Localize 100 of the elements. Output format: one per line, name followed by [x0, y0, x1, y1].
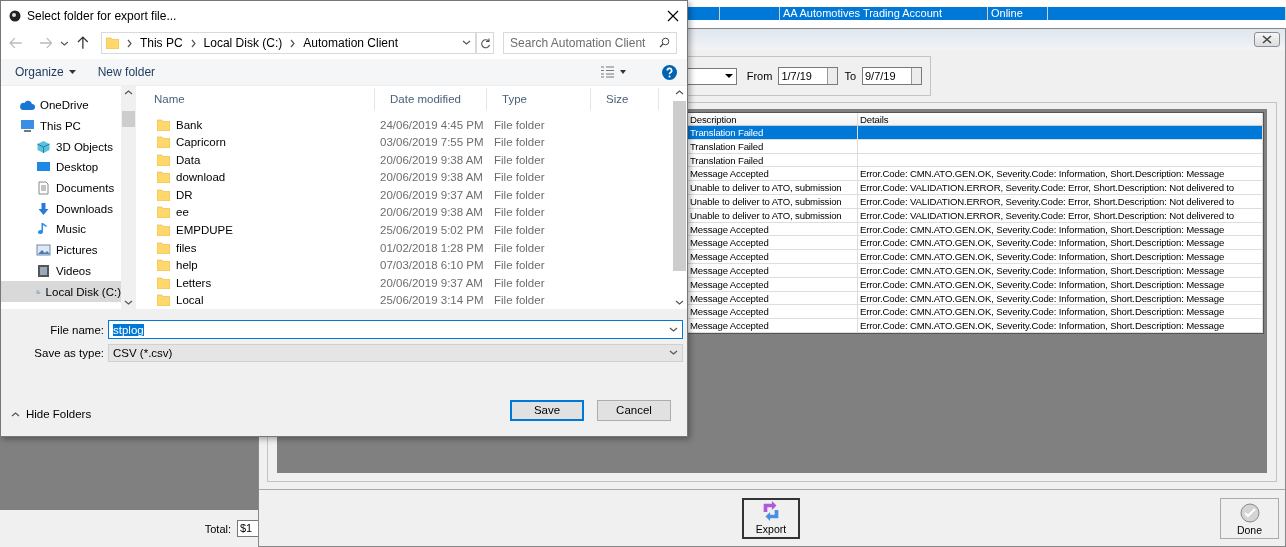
- type-text: File folder: [493, 206, 546, 219]
- log-row[interactable]: Translation Failed: [688, 153, 1263, 168]
- details-cell: Error.Code: VALIDATION.ERROR, Severity.Code: Error, Short.Description: Not delivered to: [858, 208, 1263, 222]
- nav-item[interactable]: Downloads: [1, 198, 121, 220]
- save-button[interactable]: Save: [510, 399, 584, 421]
- dropdown-caret-icon: [669, 325, 678, 334]
- log-row[interactable]: Unable to deliver to ATO, submission Error.Code: VALIDATION.ERROR, Severity.Code: Error, Short.Description: Not delivered to: [688, 181, 1263, 195]
- hide-folders-button[interactable]: Hide Folders: [11, 408, 92, 420]
- folder-item[interactable]: Local: [139, 294, 375, 307]
- close-icon[interactable]: [667, 9, 679, 22]
- nav-item[interactable]: Desktop: [1, 157, 121, 178]
- details-cell: Error.Code: CMN.ATO.GEN.OK, Severity.Code: Information, Short.Description: Message: [858, 305, 1263, 319]
- total-field[interactable]: $1: [237, 520, 259, 537]
- scrollbar[interactable]: [121, 86, 136, 309]
- dialog-title: Select folder for export file...: [27, 8, 178, 23]
- nav-item[interactable]: Local Disk (C:): [1, 281, 121, 302]
- log-row[interactable]: Message Accepted Error.Code: CMN.ATO.GEN.OK, Severity.Code: Information, Short.Description: Message: [688, 222, 1263, 237]
- scrollbar[interactable]: [672, 86, 687, 309]
- type-text: File folder: [493, 224, 546, 236]
- log-row[interactable]: Message Accepted Error.Code: CMN.ATO.GEN.OK, Severity.Code: Information, Short.Description: Message: [688, 319, 1263, 333]
- folder-icon: [157, 241, 170, 254]
- type-text: File folder: [493, 171, 546, 184]
- separator-icon: [288, 38, 298, 48]
- scroll-thumb[interactable]: [122, 111, 135, 127]
- column-header[interactable]: Name: [139, 88, 375, 110]
- log-row[interactable]: Translation Failed: [688, 139, 1263, 154]
- done-button[interactable]: Done: [1220, 497, 1279, 539]
- refresh-button[interactable]: [476, 32, 495, 54]
- log-row[interactable]: Translation Failed: [688, 126, 1263, 140]
- to-label: To: [844, 70, 856, 82]
- folder-icon: [157, 294, 170, 307]
- check-circle-icon: [1239, 502, 1260, 523]
- download-arrow-icon: [36, 201, 51, 216]
- log-row[interactable]: Message Accepted Error.Code: CMN.ATO.GEN.OK, Severity.Code: Information, Short.Description: Message: [688, 236, 1263, 251]
- scroll-thumb[interactable]: [673, 101, 686, 271]
- log-row[interactable]: Message Accepted Error.Code: CMN.ATO.GEN.OK, Severity.Code: Information, Short.Description: Message: [688, 250, 1263, 264]
- log-row[interactable]: Message Accepted Error.Code: CMN.ATO.GEN.OK, Severity.Code: Information, Short.Description: Message: [688, 291, 1263, 306]
- folder-item[interactable]: DR: [139, 188, 375, 201]
- cancel-button[interactable]: Cancel: [597, 399, 671, 421]
- nav-item[interactable]: Pictures: [1, 239, 121, 261]
- log-row[interactable]: Message Accepted Error.Code: CMN.ATO.GEN.OK, Severity.Code: Information, Short.Description: Message: [688, 263, 1263, 278]
- account-text: AA Automotives Trading Account: [783, 7, 942, 19]
- folder-item[interactable]: ee: [139, 206, 375, 219]
- folder-icon: [157, 153, 170, 166]
- nav-item[interactable]: Music: [1, 219, 121, 240]
- to-date-field[interactable]: 9/7/19: [862, 67, 922, 85]
- nav-item[interactable]: Documents: [1, 177, 121, 199]
- log-row[interactable]: Unable to deliver to ATO, submission Error.Code: VALIDATION.ERROR, Severity.Code: Error, Short.Description: Not delivered to: [688, 208, 1263, 223]
- picture-icon: [36, 243, 51, 258]
- file-name-field[interactable]: stplog: [108, 320, 683, 339]
- breadcrumb-item[interactable]: This PC: [139, 36, 183, 50]
- folder-item[interactable]: Letters: [139, 276, 375, 289]
- column-header[interactable]: Size: [591, 88, 659, 110]
- cube-icon: [36, 139, 51, 154]
- close-button[interactable]: [1254, 32, 1280, 47]
- search-field[interactable]: Search Automation Client: [503, 32, 678, 54]
- date-text: 20/06/2019 9:38 AM: [379, 171, 484, 184]
- caret-icon: [68, 70, 76, 74]
- dropdown-arrow-icon: [724, 74, 733, 78]
- address-bar[interactable]: This PC Local Disk (C:) Automation Client: [100, 32, 477, 54]
- folder-item[interactable]: download: [139, 171, 375, 184]
- folder-item[interactable]: help: [139, 259, 375, 272]
- breadcrumb-item[interactable]: Local Disk (C:): [203, 36, 283, 50]
- app-icon: [9, 9, 21, 22]
- help-icon[interactable]: [662, 64, 677, 80]
- file-name-label: File name:: [49, 323, 104, 336]
- toolbar-button[interactable]: Organize: [15, 65, 76, 79]
- log-row[interactable]: Message Accepted Error.Code: CMN.ATO.GEN.OK, Severity.Code: Information, Short.Description: Message: [688, 167, 1263, 182]
- log-row[interactable]: Message Accepted Error.Code: CMN.ATO.GEN.OK, Severity.Code: Information, Short.Description: Message: [688, 305, 1263, 320]
- date-text: 03/06/2019 7:55 PM: [379, 136, 485, 149]
- folder-item[interactable]: Bank: [139, 118, 375, 131]
- type-text: File folder: [493, 118, 546, 131]
- close-icon: [1262, 35, 1272, 44]
- folder-item[interactable]: files: [139, 241, 375, 254]
- folder-icon: [157, 224, 170, 236]
- view-options-icon[interactable]: [600, 66, 626, 78]
- computer-icon: [20, 119, 35, 134]
- column-header[interactable]: Date modified: [375, 88, 487, 110]
- nav-item[interactable]: 3D Objects: [1, 136, 121, 158]
- date-text: 01/02/2018 1:28 PM: [379, 241, 485, 254]
- toolbar-button[interactable]: New folder: [97, 65, 156, 79]
- file-type-dropdown[interactable]: CSV (*.csv): [108, 343, 683, 362]
- folder-item[interactable]: Data: [139, 153, 375, 166]
- breadcrumb-item[interactable]: Automation Client: [303, 36, 398, 50]
- film-icon: [36, 263, 51, 278]
- nav-item[interactable]: Videos: [1, 260, 121, 282]
- nav-item[interactable]: This PC: [1, 115, 121, 137]
- from-date-field[interactable]: 1/7/19: [778, 67, 839, 85]
- folder-item[interactable]: EMPDUPE: [139, 224, 375, 236]
- up-arrow-icon[interactable]: [77, 36, 89, 50]
- file-type-label: Save as type:: [33, 346, 104, 359]
- log-row[interactable]: Unable to deliver to ATO, submission Error.Code: VALIDATION.ERROR, Severity.Code: Error, Short.Description: Not delivered to: [688, 195, 1263, 209]
- column-header[interactable]: Details: [858, 113, 1263, 125]
- export-button[interactable]: Export: [742, 497, 800, 539]
- document-icon: [36, 181, 51, 196]
- log-row[interactable]: Message Accepted Error.Code: CMN.ATO.GEN.OK, Severity.Code: Information, Short.Description: Message: [688, 277, 1263, 292]
- folder-item[interactable]: Capricorn: [139, 136, 375, 149]
- type-text: File folder: [493, 153, 546, 166]
- column-header[interactable]: Type: [487, 88, 591, 110]
- nav-item[interactable]: OneDrive: [1, 95, 121, 116]
